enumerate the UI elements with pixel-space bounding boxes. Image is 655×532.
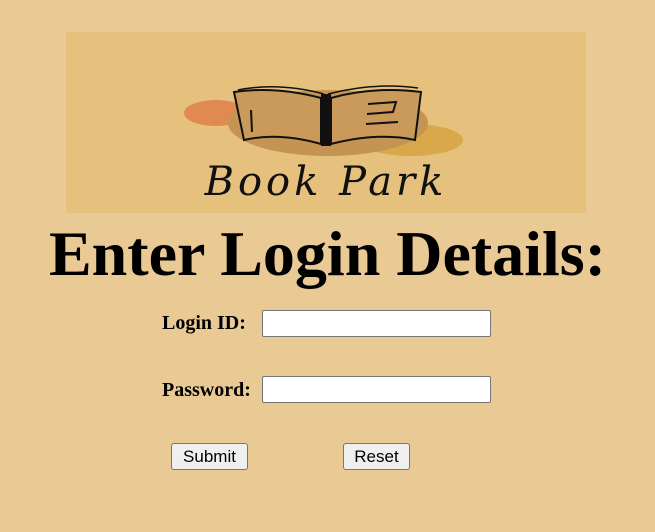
page-title: Enter Login Details: [48, 218, 607, 289]
password-label: Password: [162, 379, 251, 401]
logo-wordmark: Book Park [204, 159, 448, 205]
submit-button[interactable]: Submit [171, 443, 248, 470]
reset-button[interactable]: Reset [343, 443, 410, 470]
login-id-input[interactable] [262, 310, 491, 337]
book-park-logo: Book Park [66, 32, 586, 213]
login-id-label: Login ID: [162, 312, 246, 334]
password-input[interactable] [262, 376, 491, 403]
